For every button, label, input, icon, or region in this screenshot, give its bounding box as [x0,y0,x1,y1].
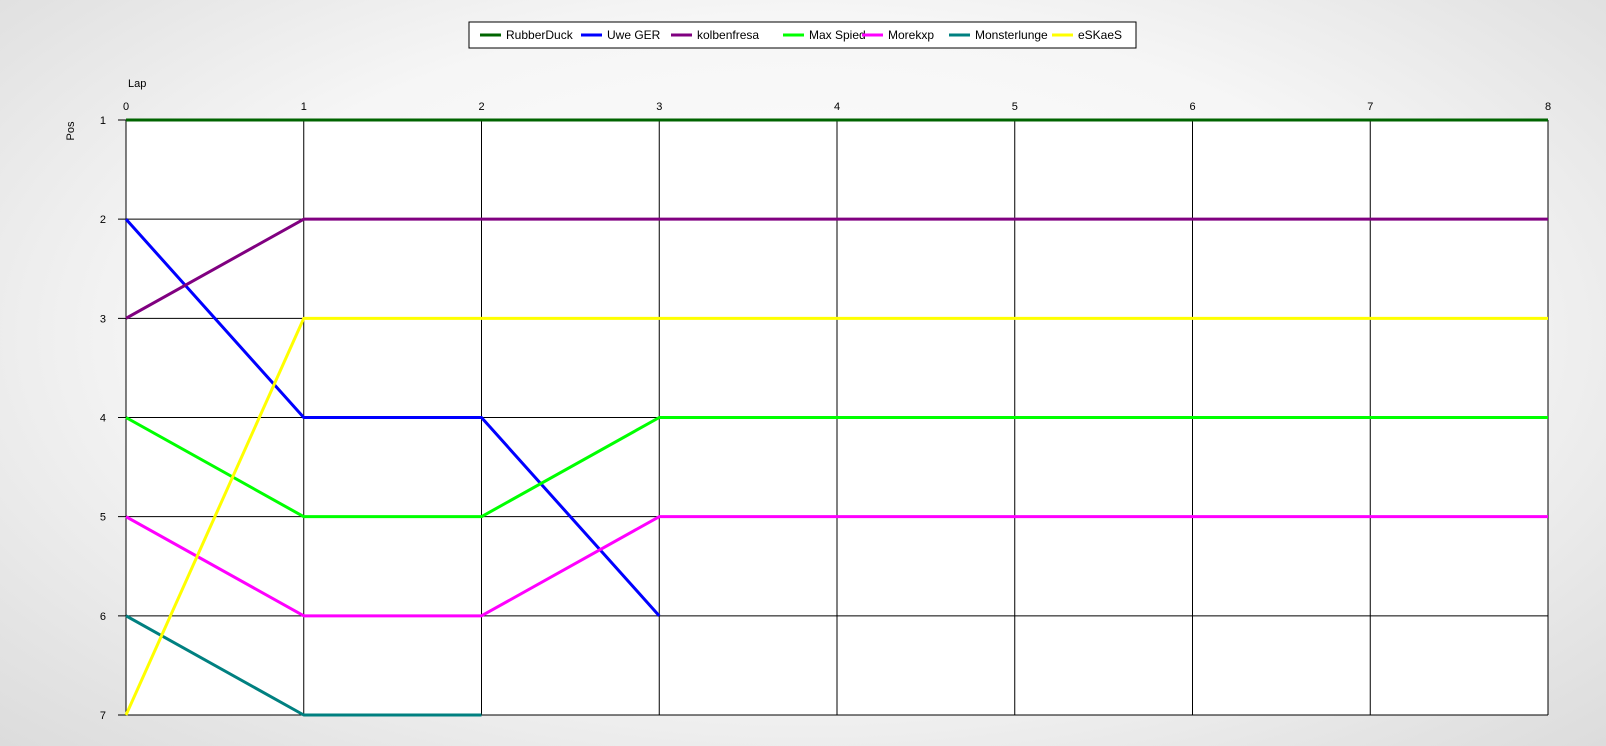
x-tick-label: 6 [1189,101,1195,113]
y-tick-label: 6 [100,611,106,623]
legend-label: Max Spied [809,28,866,42]
y-tick-label: 5 [100,512,106,524]
legend-label: RubberDuck [506,28,574,42]
legend-label: Uwe GER [607,28,661,42]
y-tick-label: 4 [100,413,106,425]
x-tick-label: 2 [478,101,484,113]
x-tick-label: 4 [834,101,840,113]
x-tick-label: 5 [1012,101,1018,113]
legend-label: eSKaeS [1078,28,1122,42]
y-tick-label: 3 [100,313,106,325]
legend-label: kolbenfresa [697,28,759,42]
x-tick-label: 0 [123,101,129,113]
y-tick-label: 7 [100,710,106,722]
chart: 0 1 2 3 4 5 6 7 8 1 2 3 4 5 6 7 Lap Pos RubberDuck Uwe G… [65,21,1551,722]
x-tick-label: 8 [1545,101,1551,113]
x-tick-label: 1 [301,101,307,113]
x-tick-label: 3 [656,101,662,113]
y-axis-title: Pos [65,121,77,140]
y-tick-label: 2 [100,214,106,226]
legend-label: Monsterlunge [975,28,1048,42]
legend-label: Morekxp [888,28,934,42]
x-tick-label: 7 [1367,101,1373,113]
x-axis-title: Lap [128,78,146,90]
y-tick-label: 1 [100,115,106,127]
legend: RubberDuck Uwe GER kolbenfresa Max Spied Mor… [468,21,1137,49]
